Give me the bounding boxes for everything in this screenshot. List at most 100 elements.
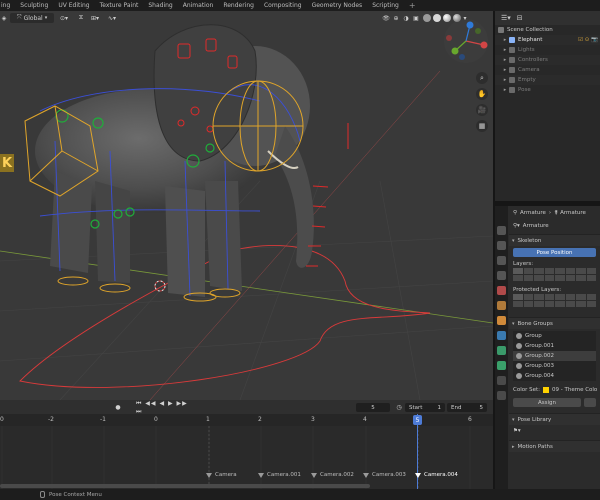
pan-hand-icon[interactable]: ✋ [476,88,488,100]
layer-toggle[interactable] [586,268,596,274]
add-workspace-button[interactable]: + [404,0,421,11]
bone-constraints-tab-icon[interactable] [497,391,506,400]
protected-layers-grid[interactable] [513,294,596,307]
scene-collection-row[interactable]: Scene Collection [495,25,600,35]
tab-uv-editing[interactable]: UV Editing [53,0,94,11]
transform-pivot-icon[interactable]: ◈ [0,13,8,23]
layer-toggle[interactable] [534,275,544,281]
filter-icon[interactable]: ⊟ [517,14,523,22]
gizmo-toggle-icon[interactable]: ⊕ [391,13,401,23]
layer-toggle[interactable] [513,275,523,281]
playback-controls[interactable]: ⏮ ◀◀ ◀ ▶ ▶▶ ⏭ [136,400,194,415]
scene-tab-icon[interactable] [497,286,506,295]
pivot-point-icon[interactable]: ⊙▾ [57,13,71,23]
bone-group-item[interactable]: Group.002 [513,351,596,361]
record-icon[interactable]: ● [114,403,122,412]
perspective-toggle-icon[interactable]: ▦ [476,120,488,132]
view-layer-tab-icon[interactable] [497,271,506,280]
layer-toggle[interactable] [555,275,565,281]
layer-toggle[interactable] [565,301,575,307]
bone-tab-icon[interactable] [497,376,506,385]
display-mode-icon[interactable]: ☰▾ [501,14,511,22]
outliner-item-elephant[interactable]: ▸ Elephant ☑ ⊙ 📷 [495,35,600,45]
timeline-marker[interactable]: Camera.001 [258,472,301,478]
expand-arrow-icon[interactable]: ▸ [501,87,509,93]
camera-view-icon[interactable]: 🎥 [476,104,488,116]
tab-layout[interactable]: ing [0,0,15,11]
layers-grid[interactable] [513,268,596,281]
layer-toggle[interactable] [523,301,533,307]
object-data-tab-icon[interactable] [497,361,506,370]
skeleton-panel-header[interactable]: ▾ Skeleton [509,234,600,246]
layer-toggle[interactable] [544,268,554,274]
expand-arrow-icon[interactable]: ▸ [501,57,509,63]
layer-toggle[interactable] [513,268,523,274]
outliner-item-lights[interactable]: ▸ Lights [495,45,600,55]
layer-toggle[interactable] [544,294,554,300]
material-shading-icon[interactable] [443,14,451,22]
layer-toggle[interactable] [534,294,544,300]
layer-toggle[interactable] [523,275,533,281]
layer-toggle[interactable] [523,294,533,300]
layer-toggle[interactable] [586,294,596,300]
pose-library-field[interactable]: ⚑▾ [509,425,600,436]
remove-button[interactable] [584,398,596,407]
layer-toggle[interactable] [544,301,554,307]
layer-toggle[interactable] [513,301,523,307]
checkbox-icon[interactable]: ☑ ⊙ 📷 [578,37,598,43]
layer-toggle[interactable] [565,294,575,300]
outliner-item-controllers[interactable]: ▸ Controllers [495,55,600,65]
end-frame-field[interactable]: End 5 [447,403,487,412]
pose-library-panel-header[interactable]: ▾ Pose Library [509,413,600,425]
visibility-icon[interactable]: 👁 [381,13,391,23]
timeline[interactable]: ● ⏮ ◀◀ ◀ ▶ ▶▶ ⏭ 5 ◷ Start 1 End 5 0 -2 -… [0,400,493,489]
expand-arrow-icon[interactable]: ▸ [501,37,509,43]
layer-toggle[interactable] [576,275,586,281]
tab-rendering[interactable]: Rendering [218,0,259,11]
3d-viewport[interactable]: K ◈ ⤧ Global ▾ ⊙▾ ⧖ ⊞▾ ∿▾ 👁 ⊕ ◑ ▣ ▾ ⌕ ✋ … [0,11,493,400]
timeline-marker[interactable]: Camera.003 [363,472,406,478]
layer-toggle[interactable] [555,294,565,300]
pose-position-button[interactable]: Pose Position [513,248,596,257]
outliner-item-camera[interactable]: ▸ Camera [495,65,600,75]
layer-toggle[interactable] [565,268,575,274]
tab-scripting[interactable]: Scripting [367,0,404,11]
bone-group-item[interactable]: Group.001 [513,341,596,351]
armature-data-field[interactable]: ⚲▾ Armature [509,220,600,231]
timeline-marker-selected[interactable]: Camera.004 [415,472,458,478]
snap-settings-icon[interactable]: ⊞▾ [88,13,102,23]
timeline-marker[interactable]: Camera.002 [311,472,354,478]
elephant-model[interactable] [35,24,314,297]
tab-compositing[interactable]: Compositing [259,0,307,11]
expand-arrow-icon[interactable]: ▸ [501,47,509,53]
render-tab-icon[interactable] [497,241,506,250]
tab-texture-paint[interactable]: Texture Paint [95,0,144,11]
snap-icon[interactable]: ⧖ [74,13,88,23]
transform-orientation-dropdown[interactable]: ⤧ Global ▾ [10,13,54,23]
zoom-icon[interactable]: ⌕ [476,72,488,84]
bone-group-item[interactable]: Group.003 [513,361,596,371]
layer-toggle[interactable] [586,275,596,281]
layer-toggle[interactable] [555,268,565,274]
proportional-editing-icon[interactable]: ∿▾ [105,13,119,23]
tab-sculpting[interactable]: Sculpting [15,0,53,11]
bone-groups-panel-header[interactable]: ▾ Bone Groups [509,317,600,329]
tool-tab-icon[interactable] [497,226,506,235]
timeline-marker[interactable]: Camera [206,472,237,478]
xray-icon[interactable]: ▣ [411,13,421,23]
current-frame-field[interactable]: 5 [356,403,390,412]
rendered-shading-icon[interactable] [453,14,461,22]
layer-toggle[interactable] [544,275,554,281]
playhead[interactable]: 5 [413,415,422,425]
bone-group-item[interactable]: Group [513,331,596,341]
timeline-scrollbar[interactable] [0,484,370,488]
solid-shading-icon[interactable] [433,14,441,22]
tab-geometry-nodes[interactable]: Geometry Nodes [307,0,368,11]
layer-toggle[interactable] [513,294,523,300]
expand-arrow-icon[interactable]: ▸ [501,67,509,73]
wireframe-shading-icon[interactable] [423,14,431,22]
layer-toggle[interactable] [534,301,544,307]
overlays-icon[interactable]: ◑ [401,13,411,23]
color-set-field[interactable]: Color Set: 09 - Theme Colo [509,385,600,395]
expand-arrow-icon[interactable]: ▸ [501,77,509,83]
